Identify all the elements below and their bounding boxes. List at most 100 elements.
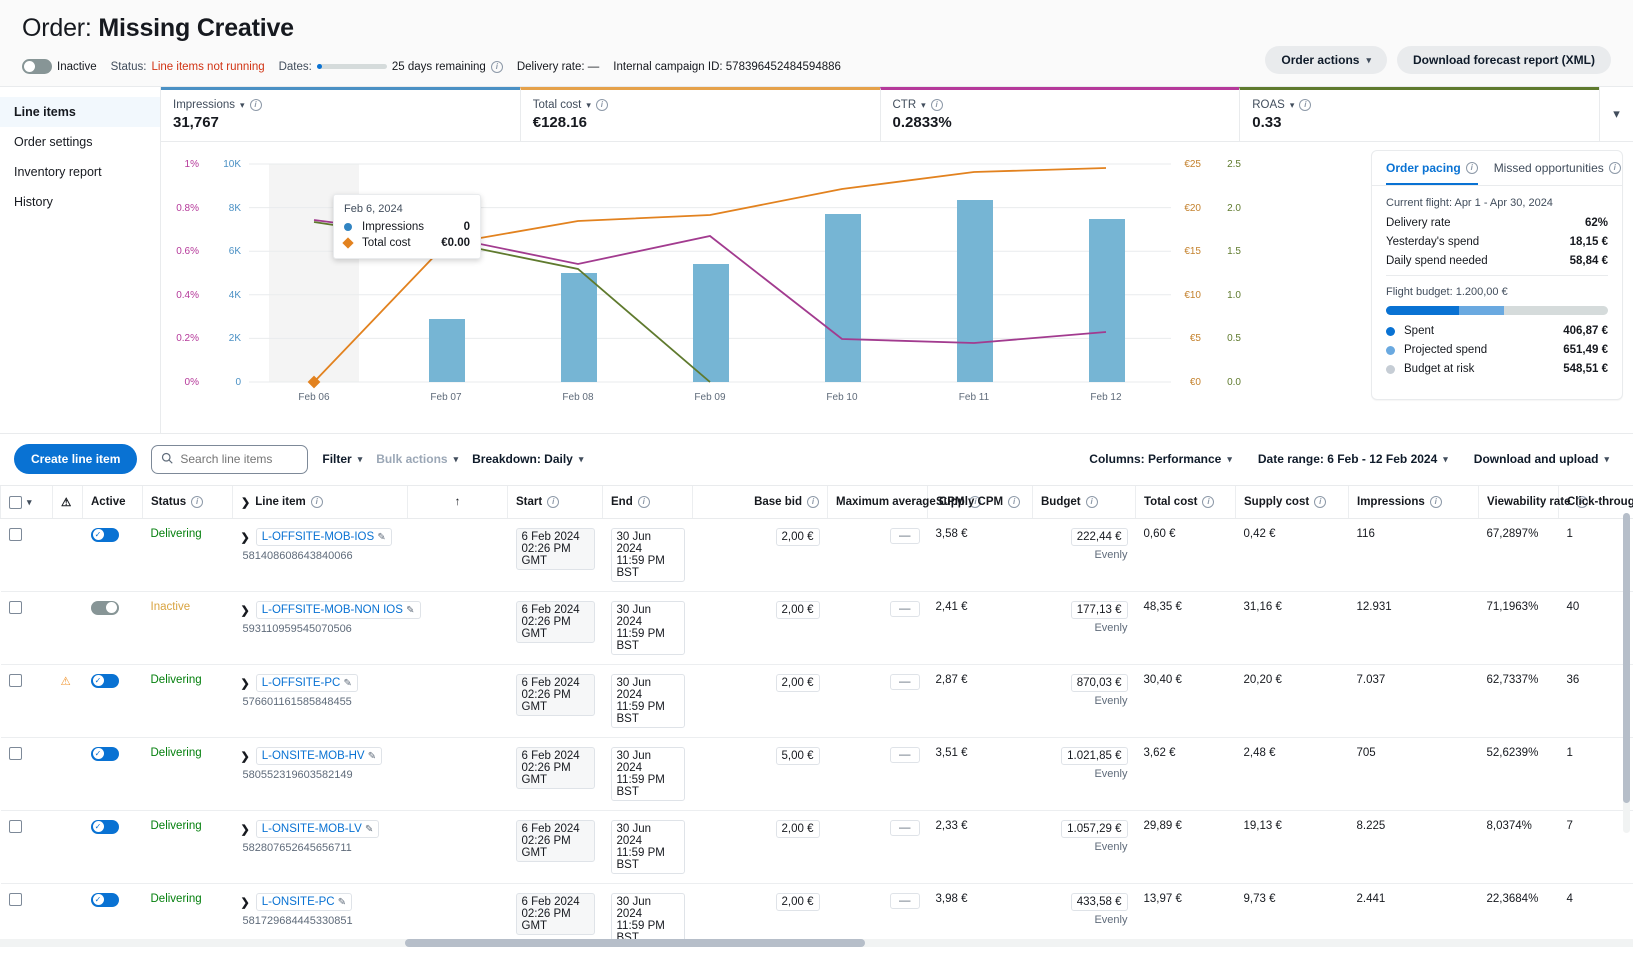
column-header-base-bid[interactable]: Base bid i	[693, 486, 828, 519]
row-base-bid-cell[interactable]: 2,00 €	[693, 519, 828, 592]
row-max-avg-cpm-cell[interactable]: —	[828, 519, 928, 592]
row-checkbox[interactable]	[9, 601, 22, 614]
scrollbar-thumb[interactable]	[405, 939, 865, 947]
base-bid-value[interactable]: 2,00 €	[776, 528, 820, 546]
row-end-cell[interactable]: 30 Jun 202411:59 PM BST	[603, 665, 693, 738]
row-select-cell[interactable]	[1, 738, 53, 811]
row-checkbox[interactable]	[9, 893, 22, 906]
row-select-cell[interactable]	[1, 592, 53, 665]
info-icon[interactable]: i	[491, 61, 503, 73]
end-date-box[interactable]: 30 Jun 202411:59 PM BST	[611, 601, 685, 655]
expand-row-icon[interactable]: ❯	[241, 750, 250, 763]
vertical-scrollbar[interactable]	[1623, 513, 1630, 833]
info-icon[interactable]: i	[807, 496, 819, 508]
base-bid-value[interactable]: 2,00 €	[776, 820, 820, 838]
table-row[interactable]: Delivering❯L-ONSITE-MOB-HV ✎580552319603…	[1, 738, 1633, 811]
max-avg-cpm-value[interactable]: —	[890, 893, 920, 909]
select-all-checkbox[interactable]	[9, 496, 22, 509]
expand-row-icon[interactable]: ❯	[241, 531, 250, 544]
max-avg-cpm-value[interactable]: —	[890, 747, 920, 763]
info-icon[interactable]: i	[191, 496, 203, 508]
row-end-cell[interactable]: 30 Jun 202411:59 PM BST	[603, 519, 693, 592]
expand-row-icon[interactable]: ❯	[241, 677, 250, 690]
line-item-link[interactable]: L-ONSITE-MOB-HV	[262, 750, 365, 762]
info-icon[interactable]: i	[1008, 496, 1020, 508]
max-avg-cpm-value[interactable]: —	[890, 601, 920, 617]
row-line-item-cell[interactable]: ❯L-ONSITE-MOB-LV ✎582807652645656711	[233, 811, 508, 884]
row-checkbox[interactable]	[9, 820, 22, 833]
row-active-cell[interactable]	[83, 811, 143, 884]
row-start-cell[interactable]: 6 Feb 202402:26 PM GMT	[508, 665, 603, 738]
order-active-toggle[interactable]	[22, 59, 52, 74]
column-header-max-avg-cpm[interactable]: Maximum average CPM i	[828, 486, 928, 519]
row-select-cell[interactable]	[1, 665, 53, 738]
info-icon[interactable]: i	[1314, 496, 1326, 508]
sidebar-item-order-settings[interactable]: Order settings	[0, 127, 160, 157]
chevron-down-icon[interactable]: ▾	[921, 100, 926, 111]
row-budget-cell[interactable]: 1.021,85 €Evenly	[1033, 738, 1136, 811]
column-header-start[interactable]: Start i	[508, 486, 603, 519]
metric-card-ctr[interactable]: CTR ▾ i 0.2833%	[880, 87, 1240, 141]
bulk-actions-dropdown[interactable]: Bulk actions ▾	[376, 452, 458, 466]
base-bid-value[interactable]: 2,00 €	[776, 893, 820, 911]
info-icon[interactable]: i	[638, 496, 650, 508]
date-range-dropdown[interactable]: Date range: 6 Feb - 12 Feb 2024 ▾	[1258, 452, 1448, 466]
row-start-cell[interactable]: 6 Feb 202402:26 PM GMT	[508, 738, 603, 811]
row-base-bid-cell[interactable]: 2,00 €	[693, 811, 828, 884]
max-avg-cpm-value[interactable]: —	[890, 674, 920, 690]
columns-dropdown[interactable]: Columns: Performance ▾	[1089, 452, 1232, 466]
breakdown-dropdown[interactable]: Breakdown: Daily ▾	[472, 452, 583, 466]
budget-value[interactable]: 222,44 €	[1071, 528, 1128, 546]
column-header-active[interactable]: Active	[83, 486, 143, 519]
base-bid-value[interactable]: 5,00 €	[776, 747, 820, 765]
column-header-total-cost[interactable]: Total cost i	[1136, 486, 1236, 519]
budget-value[interactable]: 1.021,85 €	[1061, 747, 1127, 765]
info-icon[interactable]: i	[547, 496, 559, 508]
row-active-toggle[interactable]	[91, 601, 119, 615]
line-item-link[interactable]: L-OFFSITE-MOB-IOS	[262, 531, 374, 543]
edit-pencil-icon[interactable]: ✎	[406, 605, 414, 616]
end-date-box[interactable]: 30 Jun 202411:59 PM BST	[611, 528, 685, 582]
line-item-link[interactable]: L-ONSITE-PC	[262, 896, 335, 908]
column-header-viewability-rate[interactable]: Viewability rate i	[1479, 486, 1559, 519]
row-active-toggle[interactable]	[91, 528, 119, 542]
expand-row-icon[interactable]: ❯	[241, 604, 250, 617]
row-base-bid-cell[interactable]: 2,00 €	[693, 665, 828, 738]
metric-card-impressions[interactable]: Impressions ▾ i 31,767	[161, 87, 520, 141]
budget-value[interactable]: 177,13 €	[1071, 601, 1128, 619]
row-active-cell[interactable]	[83, 738, 143, 811]
row-active-toggle[interactable]	[91, 674, 119, 688]
line-item-name-box[interactable]: L-OFFSITE-MOB-NON IOS ✎	[256, 601, 421, 619]
column-header-line-item[interactable]: ❯ Line item i	[233, 486, 408, 519]
row-line-item-cell[interactable]: ❯L-ONSITE-MOB-HV ✎580552319603582149	[233, 738, 508, 811]
row-active-cell[interactable]	[83, 592, 143, 665]
max-avg-cpm-value[interactable]: —	[890, 820, 920, 836]
row-budget-cell[interactable]: 177,13 €Evenly	[1033, 592, 1136, 665]
row-start-cell[interactable]: 6 Feb 202402:26 PM GMT	[508, 592, 603, 665]
row-active-toggle[interactable]	[91, 747, 119, 761]
sidebar-item-inventory-report[interactable]: Inventory report	[0, 157, 160, 187]
row-max-avg-cpm-cell[interactable]: —	[828, 811, 928, 884]
column-header-sort[interactable]: ↑	[408, 486, 508, 519]
filter-dropdown[interactable]: Filter ▾	[322, 452, 362, 466]
line-item-name-box[interactable]: L-OFFSITE-MOB-IOS ✎	[256, 528, 392, 546]
download-upload-dropdown[interactable]: Download and upload ▾	[1474, 452, 1609, 466]
row-max-avg-cpm-cell[interactable]: —	[828, 738, 928, 811]
edit-pencil-icon[interactable]: ✎	[377, 532, 385, 543]
row-budget-cell[interactable]: 1.057,29 €Evenly	[1033, 811, 1136, 884]
sort-ascending-icon[interactable]: ↑	[455, 496, 461, 508]
sidebar-item-history[interactable]: History	[0, 187, 160, 217]
line-item-link[interactable]: L-OFFSITE-MOB-NON IOS	[262, 604, 403, 616]
chevron-down-icon[interactable]: ▾	[27, 497, 32, 508]
info-icon[interactable]: i	[931, 99, 943, 111]
info-icon[interactable]: i	[250, 99, 262, 111]
base-bid-value[interactable]: 2,00 €	[776, 601, 820, 619]
search-input[interactable]	[180, 452, 298, 466]
edit-pencil-icon[interactable]: ✎	[338, 897, 346, 908]
line-item-name-box[interactable]: L-ONSITE-PC ✎	[256, 893, 352, 911]
line-item-link[interactable]: L-OFFSITE-PC	[262, 677, 341, 689]
info-icon[interactable]: i	[1430, 496, 1442, 508]
tab-order-pacing[interactable]: Order pacing i	[1386, 161, 1478, 185]
line-item-name-box[interactable]: L-ONSITE-MOB-LV ✎	[256, 820, 380, 838]
column-header-supply-cpm[interactable]: Supply CPM i	[928, 486, 1033, 519]
